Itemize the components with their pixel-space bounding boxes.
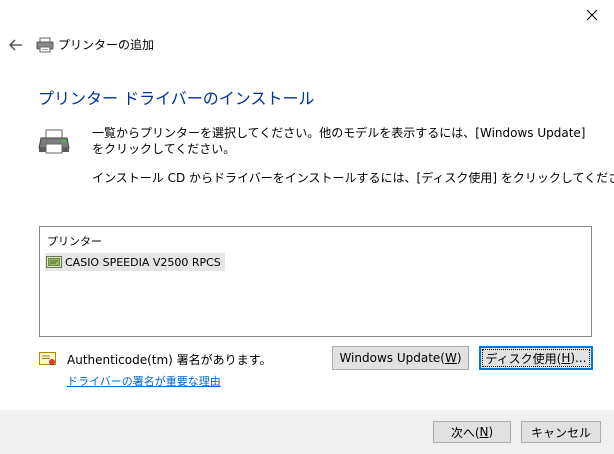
windows-update-label-prefix: Windows Update( (339, 351, 445, 365)
list-item[interactable]: CASIO SPEEDIA V2500 RPCS (45, 253, 225, 271)
list-header: プリンター (47, 235, 102, 248)
next-label-suffix: ) (488, 425, 494, 439)
have-disk-label-prefix: ディスク使用( (485, 351, 562, 366)
have-disk-accel: H (561, 351, 571, 365)
windows-update-accel: W (444, 351, 457, 365)
window-title: プリンターの追加 (58, 38, 155, 52)
next-button[interactable]: 次へ(N) (433, 421, 511, 443)
description-line-1: 一覧からプリンターを選択してください。他のモデルを表示するには、[Windows… (92, 126, 586, 156)
have-disk-button[interactable]: ディスク使用(H)... (479, 346, 593, 370)
close-icon (586, 9, 598, 21)
printer-icon (36, 37, 54, 53)
next-accel: N (479, 425, 489, 439)
cancel-button[interactable]: キャンセル (521, 421, 601, 443)
back-arrow-icon (9, 39, 22, 51)
authenticode-text: Authenticode(tm) 署名があります。 (67, 353, 272, 367)
windows-update-label-suffix: ) (456, 351, 462, 365)
windows-update-button[interactable]: Windows Update(W) (332, 346, 469, 370)
next-label-prefix: 次へ( (450, 425, 480, 440)
list-item-label: CASIO SPEEDIA V2500 RPCS (65, 255, 221, 269)
signing-importance-link[interactable]: ドライバーの署名が重要な理由 (67, 373, 221, 389)
description-line-2: インストール CD からドライバーをインストールするには、[ディスク使用] をク… (92, 171, 614, 185)
page-heading: プリンター ドライバーのインストール (38, 89, 315, 108)
printer-list[interactable]: プリンター CASIO SPEEDIA V2500 RPCS (39, 226, 592, 337)
have-disk-label-suffix: )... (570, 351, 587, 365)
close-button[interactable] (580, 4, 604, 26)
printer-icon (38, 128, 70, 156)
back-button[interactable] (6, 36, 26, 54)
certificate-icon (39, 351, 57, 367)
printer-driver-icon (46, 256, 62, 268)
